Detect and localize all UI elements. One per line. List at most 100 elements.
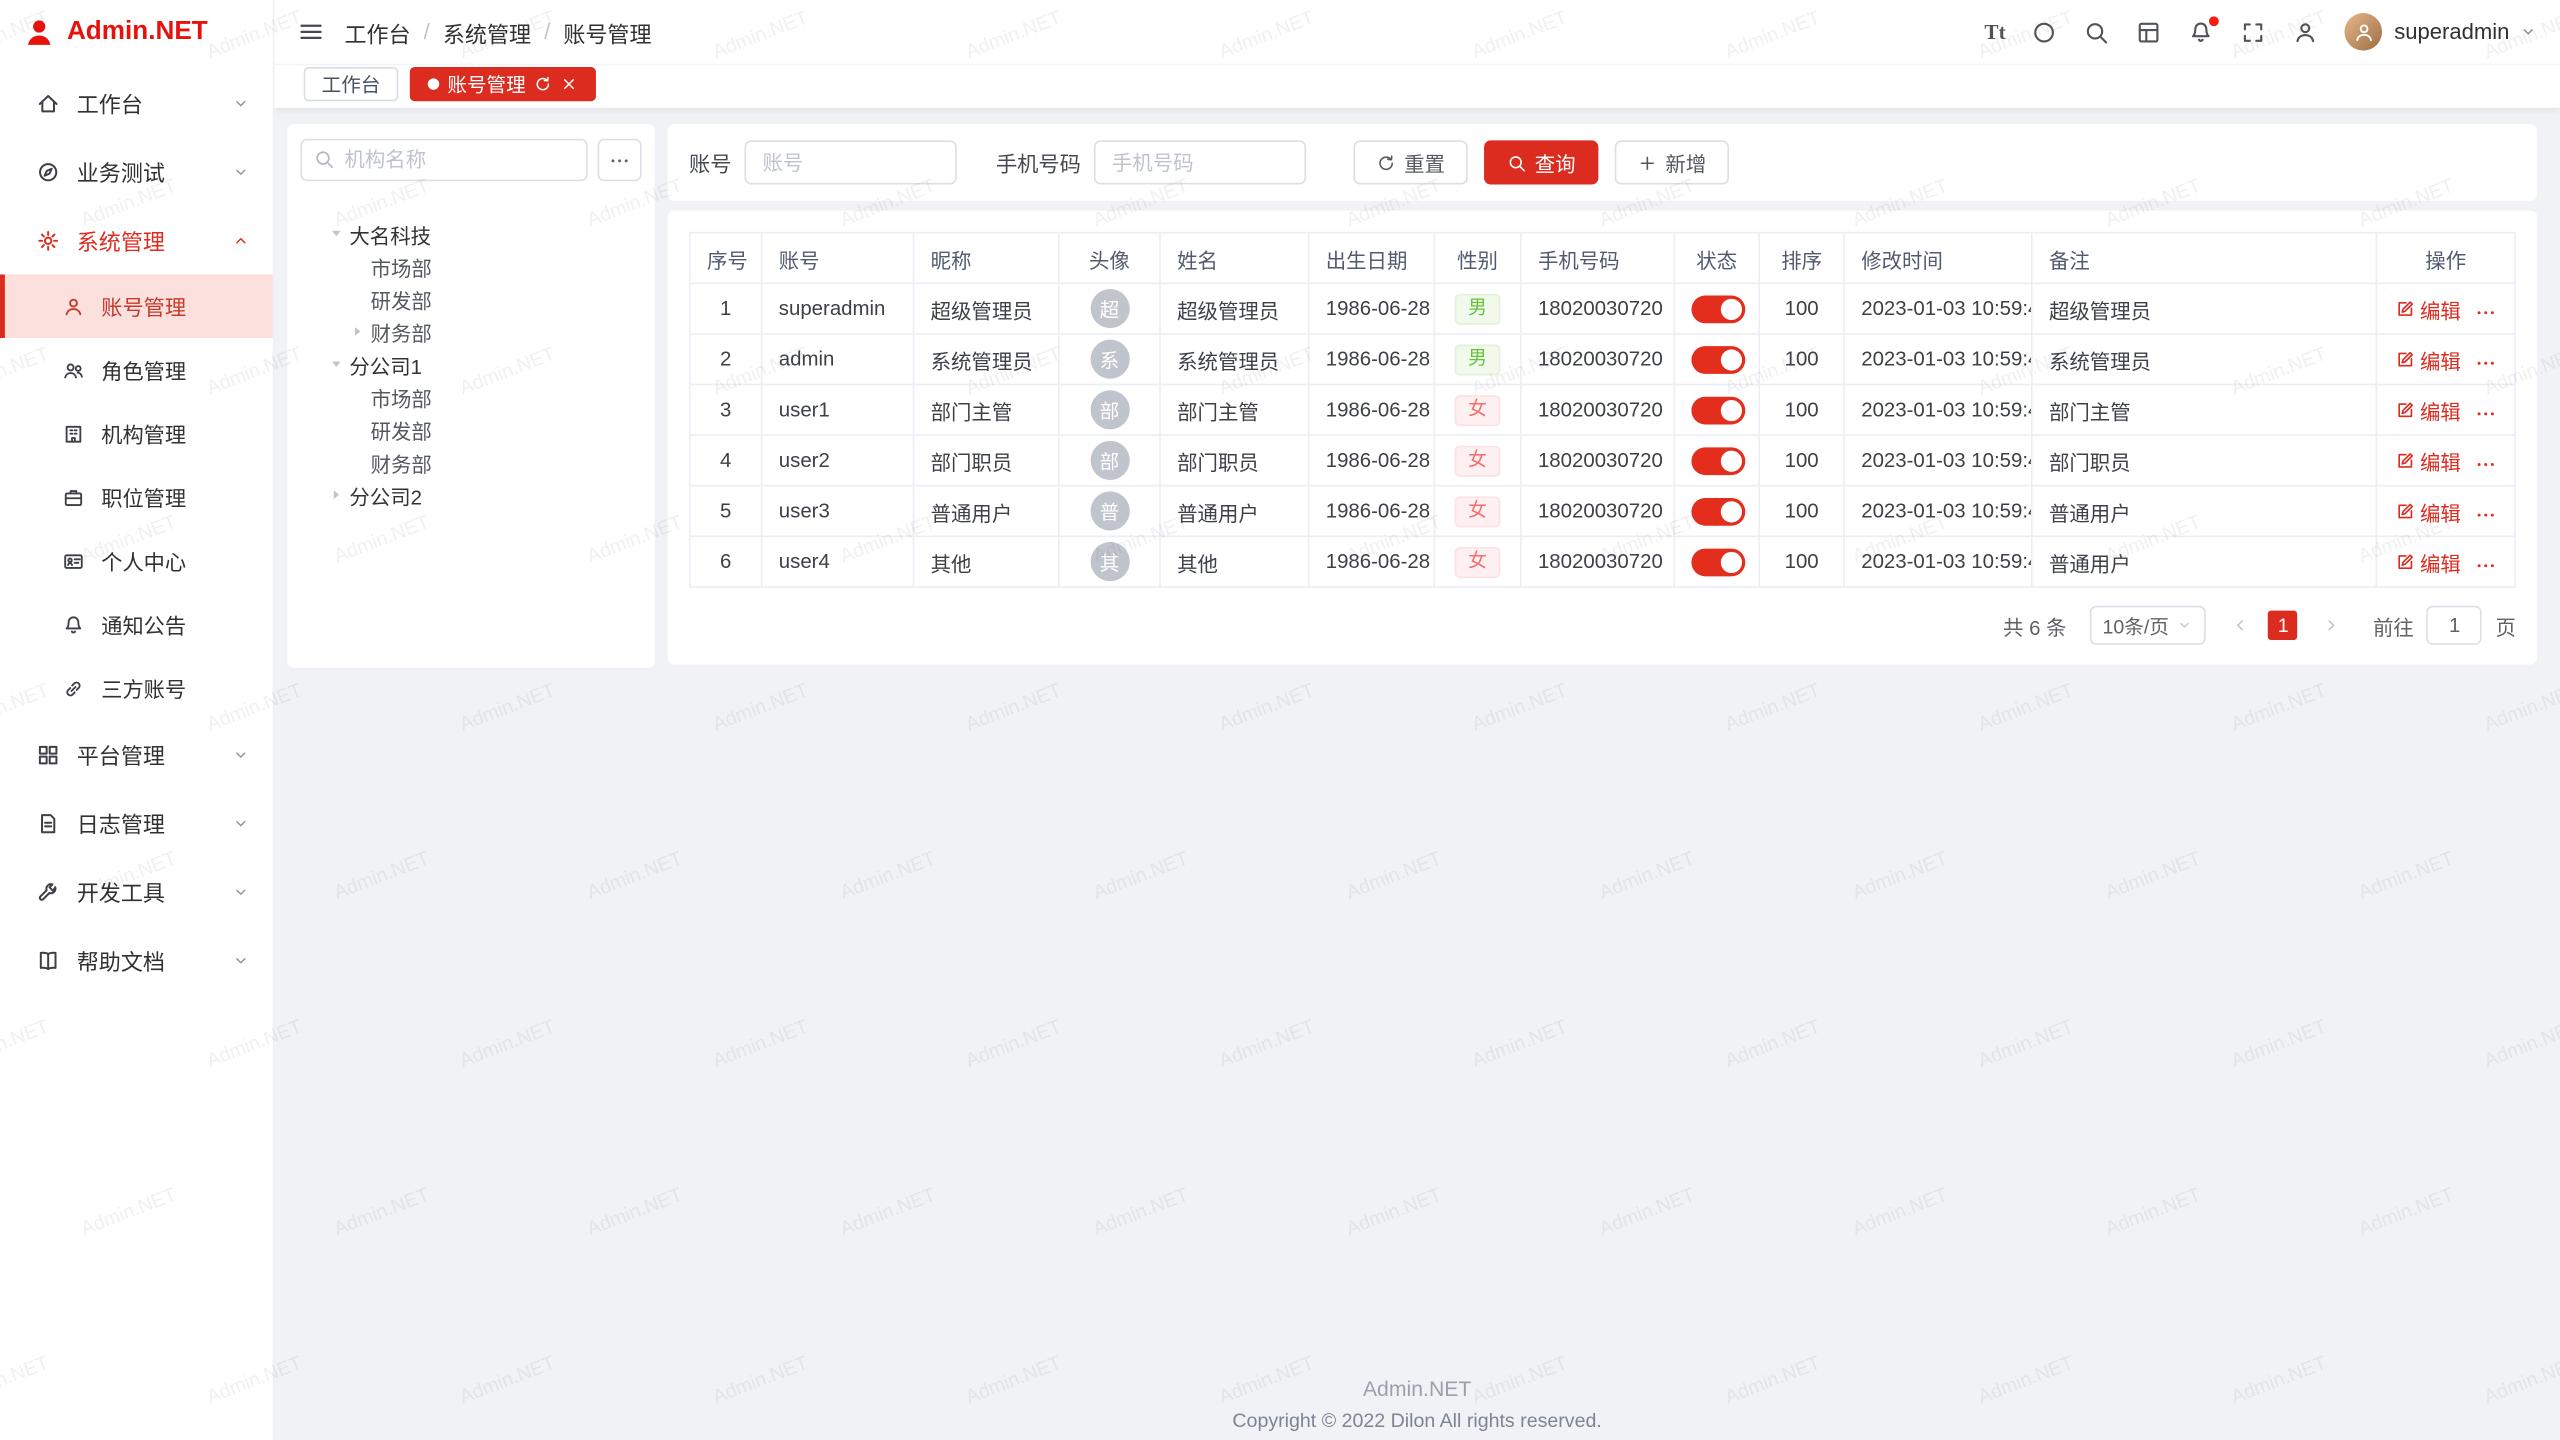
- add-button[interactable]: 新增: [1615, 140, 1729, 184]
- menu-collapse-icon[interactable]: [297, 18, 325, 46]
- sidebar-subitem[interactable]: 三方账号: [0, 656, 273, 720]
- cell-remark: 普通用户: [2032, 536, 2376, 587]
- person-icon[interactable]: [2293, 19, 2319, 45]
- edit-button[interactable]: 编辑: [2395, 445, 2461, 476]
- sidebar-item[interactable]: 平台管理: [0, 720, 273, 789]
- tree-node-label: 财务部: [371, 447, 432, 478]
- sidebar-subitem[interactable]: 职位管理: [0, 465, 273, 529]
- goto-page-input[interactable]: [2427, 606, 2483, 645]
- breadcrumb-item[interactable]: 账号管理: [563, 16, 651, 49]
- tab-label: 账号管理: [447, 69, 525, 97]
- cell-actions: 编辑: [2376, 486, 2515, 537]
- caret-down-icon[interactable]: [327, 225, 347, 241]
- cell-no: 2: [690, 334, 762, 385]
- tabbar: 工作台 账号管理: [274, 65, 2560, 107]
- prev-page-button[interactable]: [2226, 611, 2255, 640]
- refresh-icon[interactable]: [534, 74, 552, 92]
- more-actions-icon[interactable]: [2476, 353, 2497, 374]
- caret-right-icon[interactable]: [348, 323, 368, 339]
- status-toggle[interactable]: [1691, 345, 1745, 373]
- page-size-select[interactable]: 10条/页: [2089, 606, 2206, 645]
- org-search-input[interactable]: [300, 139, 587, 181]
- cell-account: user4: [762, 536, 914, 587]
- edit-button[interactable]: 编辑: [2395, 344, 2461, 375]
- sidebar-item[interactable]: 日志管理: [0, 789, 273, 858]
- layout-icon[interactable]: [2136, 19, 2162, 45]
- edit-button[interactable]: 编辑: [2395, 546, 2461, 577]
- phone-input[interactable]: [1094, 140, 1306, 184]
- more-actions-icon[interactable]: [2476, 404, 2497, 425]
- next-page-button[interactable]: [2318, 611, 2347, 640]
- avatar: 系: [1090, 340, 1129, 379]
- tree-node[interactable]: 分公司2: [300, 478, 641, 511]
- close-icon[interactable]: [560, 74, 578, 92]
- font-size-icon[interactable]: Tt: [1984, 19, 2005, 45]
- status-toggle[interactable]: [1691, 396, 1745, 424]
- cell-status: [1674, 435, 1759, 486]
- reset-button[interactable]: 重置: [1354, 140, 1468, 184]
- search-icon[interactable]: [2084, 19, 2110, 45]
- account-input[interactable]: [745, 140, 957, 184]
- column-header: 修改时间: [1844, 233, 2032, 284]
- more-actions-icon[interactable]: [2476, 556, 2497, 577]
- theme-icon[interactable]: [2032, 19, 2058, 45]
- status-toggle[interactable]: [1691, 497, 1745, 525]
- caret-down-icon[interactable]: [327, 356, 347, 372]
- cell-status: [1674, 283, 1759, 334]
- username[interactable]: superadmin: [2394, 20, 2509, 44]
- fullscreen-icon[interactable]: [2241, 19, 2267, 45]
- edit-icon: [2395, 349, 2415, 369]
- main: 工作台/系统管理/账号管理 Ttsuperadmin 工作台账号管理 大名科技市…: [274, 0, 2560, 1440]
- sidebar-subitem[interactable]: 账号管理: [0, 274, 273, 338]
- more-actions-icon[interactable]: [2476, 303, 2497, 324]
- sidebar-item[interactable]: 系统管理: [0, 206, 273, 275]
- sidebar-item[interactable]: 业务测试: [0, 137, 273, 206]
- caret-right-icon[interactable]: [327, 487, 347, 503]
- sidebar-item[interactable]: 开发工具: [0, 857, 273, 926]
- tree-node[interactable]: 研发部: [300, 282, 641, 315]
- logo[interactable]: Admin.NET: [0, 0, 273, 65]
- avatar[interactable]: [2345, 13, 2383, 51]
- sidebar-item[interactable]: 帮助文档: [0, 926, 273, 995]
- home-icon: [36, 91, 60, 115]
- cell-account: user2: [762, 435, 914, 486]
- query-button[interactable]: 查询: [1484, 140, 1598, 184]
- edit-button[interactable]: 编辑: [2395, 496, 2461, 527]
- cell-actions: 编辑: [2376, 435, 2515, 486]
- tree-node[interactable]: 财务部: [300, 315, 641, 348]
- sidebar-subitem[interactable]: 通知公告: [0, 593, 273, 657]
- tree-node-label: 分公司1: [349, 349, 422, 380]
- org-more-button[interactable]: [598, 139, 642, 181]
- sidebar-subitem[interactable]: 机构管理: [0, 402, 273, 466]
- tree-node[interactable]: 研发部: [300, 413, 641, 446]
- sidebar-subitem[interactable]: 角色管理: [0, 338, 273, 402]
- edit-button[interactable]: 编辑: [2395, 394, 2461, 425]
- refresh-icon: [1376, 153, 1396, 173]
- tree-node[interactable]: 财务部: [300, 446, 641, 479]
- status-toggle[interactable]: [1691, 295, 1745, 323]
- tab[interactable]: 账号管理: [410, 66, 596, 100]
- tree-node[interactable]: 市场部: [300, 380, 641, 413]
- status-toggle[interactable]: [1691, 548, 1745, 576]
- tree-node[interactable]: 大名科技: [300, 217, 641, 250]
- breadcrumb-item[interactable]: 系统管理: [443, 16, 531, 49]
- test-icon: [36, 159, 60, 183]
- sidebar-subitem[interactable]: 个人中心: [0, 529, 273, 593]
- tree-node[interactable]: 分公司1: [300, 348, 641, 381]
- tab[interactable]: 工作台: [304, 66, 399, 100]
- sidebar-item[interactable]: 工作台: [0, 69, 273, 138]
- chevron-down-icon: [232, 814, 250, 832]
- breadcrumb-item[interactable]: 工作台: [344, 16, 410, 49]
- cell-phone: 18020030720: [1521, 384, 1674, 435]
- notification-icon[interactable]: [2188, 19, 2214, 45]
- cell-phone: 18020030720: [1521, 435, 1674, 486]
- tree-node[interactable]: 市场部: [300, 250, 641, 283]
- column-header: 性别: [1434, 233, 1521, 284]
- status-toggle[interactable]: [1691, 447, 1745, 475]
- gender-badge: 女: [1455, 496, 1500, 527]
- page-number-button[interactable]: 1: [2269, 611, 2298, 640]
- edit-button[interactable]: 编辑: [2395, 293, 2461, 324]
- more-actions-icon[interactable]: [2476, 455, 2497, 476]
- more-actions-icon[interactable]: [2476, 505, 2497, 526]
- gender-badge: 女: [1455, 394, 1500, 425]
